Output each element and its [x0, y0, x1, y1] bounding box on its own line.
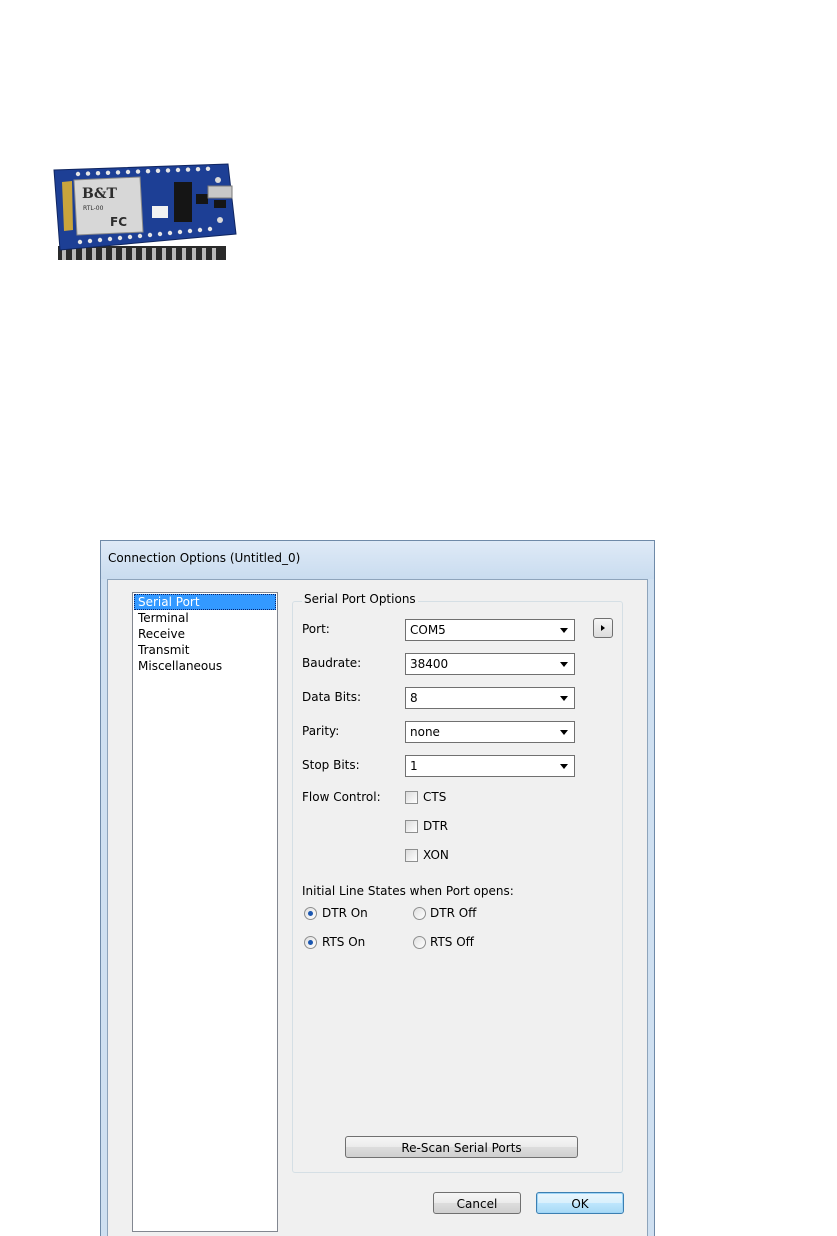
options-category-list[interactable]: Serial Port Terminal Receive Transmit Mi… [132, 592, 278, 1232]
rescan-serial-ports-button[interactable]: Re-Scan Serial Ports [345, 1136, 578, 1158]
port-value: COM5 [410, 623, 446, 637]
dtr-checkbox[interactable] [405, 820, 418, 833]
line-states-label: Initial Line States when Port opens: [302, 884, 514, 898]
dtr-off-radio[interactable] [413, 907, 426, 920]
board-model-text: RTL-00 [83, 205, 104, 212]
data-bits-value: 8 [410, 691, 418, 705]
category-serial-port[interactable]: Serial Port [134, 594, 276, 610]
data-bits-label: Data Bits: [302, 690, 362, 704]
flow-control-label: Flow Control: [302, 790, 381, 804]
rtl00-board-image: B&T RTL-00 FC [53, 163, 237, 260]
category-transmit[interactable]: Transmit [134, 642, 277, 658]
data-bits-select[interactable]: 8 [405, 687, 575, 709]
ok-button[interactable]: OK [536, 1192, 624, 1214]
chevron-down-icon [560, 764, 568, 769]
stop-bits-label: Stop Bits: [302, 758, 360, 772]
board-brand-text: B&T [82, 186, 117, 202]
category-terminal[interactable]: Terminal [134, 610, 277, 626]
chevron-down-icon [560, 730, 568, 735]
dtr-on-label[interactable]: DTR On [322, 906, 368, 920]
board-fc-text: FC [110, 215, 127, 229]
rts-on-radio[interactable] [304, 936, 317, 949]
dtr-on-radio[interactable] [304, 907, 317, 920]
dialog-title: Connection Options (Untitled_0) [108, 551, 301, 565]
stop-bits-value: 1 [410, 759, 418, 773]
cts-checkbox[interactable] [405, 791, 418, 804]
port-select[interactable]: COM5 [405, 619, 575, 641]
connection-options-dialog: Connection Options (Untitled_0) Serial P… [100, 540, 655, 1236]
chevron-down-icon [560, 628, 568, 633]
port-options-button[interactable] [593, 618, 613, 638]
dtr-label[interactable]: DTR [423, 819, 448, 833]
parity-label: Parity: [302, 724, 340, 738]
chevron-down-icon [560, 696, 568, 701]
chevron-down-icon [560, 662, 568, 667]
dialog-client-area: Serial Port Terminal Receive Transmit Mi… [107, 579, 648, 1236]
category-miscellaneous[interactable]: Miscellaneous [134, 658, 277, 674]
xon-label[interactable]: XON [423, 848, 449, 862]
rts-off-label[interactable]: RTS Off [430, 935, 474, 949]
dialog-titlebar[interactable]: Connection Options (Untitled_0) [101, 541, 654, 579]
stop-bits-select[interactable]: 1 [405, 755, 575, 777]
dtr-off-label[interactable]: DTR Off [430, 906, 476, 920]
rts-off-radio[interactable] [413, 936, 426, 949]
parity-select[interactable]: none [405, 721, 575, 743]
xon-checkbox[interactable] [405, 849, 418, 862]
cts-label[interactable]: CTS [423, 790, 446, 804]
baudrate-select[interactable]: 38400 [405, 653, 575, 675]
cancel-button[interactable]: Cancel [433, 1192, 521, 1214]
category-receive[interactable]: Receive [134, 626, 277, 642]
port-label: Port: [302, 622, 330, 636]
rts-on-label[interactable]: RTS On [322, 935, 365, 949]
serial-port-options-title: Serial Port Options [302, 592, 418, 606]
parity-value: none [410, 725, 440, 739]
baudrate-label: Baudrate: [302, 656, 362, 670]
baudrate-value: 38400 [410, 657, 449, 671]
arrow-right-icon [601, 625, 605, 631]
